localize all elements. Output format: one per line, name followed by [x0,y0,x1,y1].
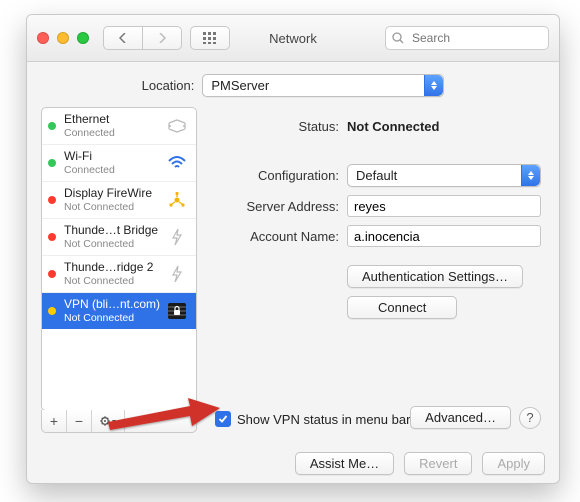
chevron-updown-icon [424,75,443,96]
location-row: Location: PMServer [27,62,559,107]
show-vpn-status-label: Show VPN status in menu bar [237,412,410,427]
service-row-ethernet[interactable]: Ethernet Connected [42,108,196,145]
vpn-lock-icon [166,300,188,322]
status-dot-icon [48,196,56,204]
location-value: PMServer [211,78,269,93]
configuration-value: Default [356,168,397,183]
server-address-input[interactable] [347,195,541,217]
show-all-button[interactable] [190,26,230,50]
location-label: Location: [142,78,195,93]
search-icon [392,32,404,44]
close-window-button[interactable] [37,32,49,44]
status-value: Not Connected [347,119,439,134]
service-status: Not Connected [64,238,162,250]
thunderbolt-icon [166,263,188,285]
service-status: Not Connected [64,312,162,324]
checkmark-icon [218,414,228,424]
service-name: Thunde…ridge 2 [64,261,162,275]
service-row-wifi[interactable]: Wi-Fi Connected [42,145,196,182]
service-sidebar: Ethernet Connected Wi-Fi Connected [41,107,197,433]
service-row-thunderbolt-2[interactable]: Thunde…ridge 2 Not Connected [42,256,196,293]
help-button[interactable]: ? [519,407,541,429]
status-dot-icon [48,122,56,130]
search-input[interactable] [410,30,560,46]
account-name-label: Account Name: [213,229,339,244]
thunderbolt-icon [166,226,188,248]
vpn-button-group: Authentication Settings… Connect [347,265,541,319]
search-field-wrap[interactable] [385,26,549,50]
server-address-label: Server Address: [213,199,339,214]
wifi-icon [166,152,188,174]
show-vpn-status-row[interactable]: Show VPN status in menu bar [215,411,410,427]
titlebar: Network [27,15,559,62]
status-dot-icon [48,233,56,241]
authentication-settings-button[interactable]: Authentication Settings… [347,265,523,288]
configuration-row: Configuration: Default [213,164,541,187]
service-name: Ethernet [64,113,162,127]
chevron-updown-icon [521,165,540,186]
service-status: Connected [64,164,162,176]
action-menu-button[interactable] [92,410,125,432]
zoom-window-button[interactable] [77,32,89,44]
apply-button[interactable]: Apply [482,452,545,475]
grid-icon [203,32,217,44]
service-status: Not Connected [64,201,162,213]
revert-button[interactable]: Revert [404,452,472,475]
status-dot-icon [48,159,56,167]
firewire-icon [166,189,188,211]
advanced-button[interactable]: Advanced… [410,406,511,429]
network-prefpane-window: Network Location: PMServer Ethernet [26,14,560,484]
configuration-popup[interactable]: Default [347,164,541,187]
ethernet-icon [166,115,188,137]
service-name: Wi-Fi [64,150,162,164]
location-popup[interactable]: PMServer [202,74,444,97]
service-row-thunderbolt-1[interactable]: Thunde…t Bridge Not Connected [42,219,196,256]
status-dot-icon [48,307,56,315]
status-label: Status: [213,119,339,134]
show-vpn-status-checkbox[interactable] [215,411,231,427]
footer: Assist Me… Revert Apply [27,443,559,483]
account-name-row: Account Name: [213,225,541,247]
service-list: Ethernet Connected Wi-Fi Connected [41,107,197,411]
nav-back-forward [103,26,182,50]
account-name-input[interactable] [347,225,541,247]
configuration-label: Configuration: [213,168,339,183]
body: Ethernet Connected Wi-Fi Connected [27,107,559,433]
server-address-row: Server Address: [213,195,541,217]
assist-me-button[interactable]: Assist Me… [295,452,394,475]
connect-button[interactable]: Connect [347,296,457,319]
status-dot-icon [48,270,56,278]
service-name: Display FireWire [64,187,162,201]
service-row-firewire[interactable]: Display FireWire Not Connected [42,182,196,219]
traffic-lights [37,32,89,44]
service-row-vpn[interactable]: VPN (bli…nt.com) Not Connected [42,293,196,329]
service-name: VPN (bli…nt.com) [64,298,162,312]
service-name: Thunde…t Bridge [64,224,162,238]
service-status: Connected [64,127,162,139]
service-status: Not Connected [64,275,162,287]
advanced-row: Advanced… ? [410,406,541,429]
minimize-window-button[interactable] [57,32,69,44]
remove-service-button[interactable]: − [67,410,92,432]
gear-icon [99,415,117,427]
back-button[interactable] [103,26,143,50]
service-list-buttons: + − [41,410,197,433]
forward-button[interactable] [143,26,182,50]
service-detail: Status: Not Connected Configuration: Def… [209,107,545,433]
add-service-button[interactable]: + [42,410,67,432]
status-row: Status: Not Connected [213,119,541,134]
